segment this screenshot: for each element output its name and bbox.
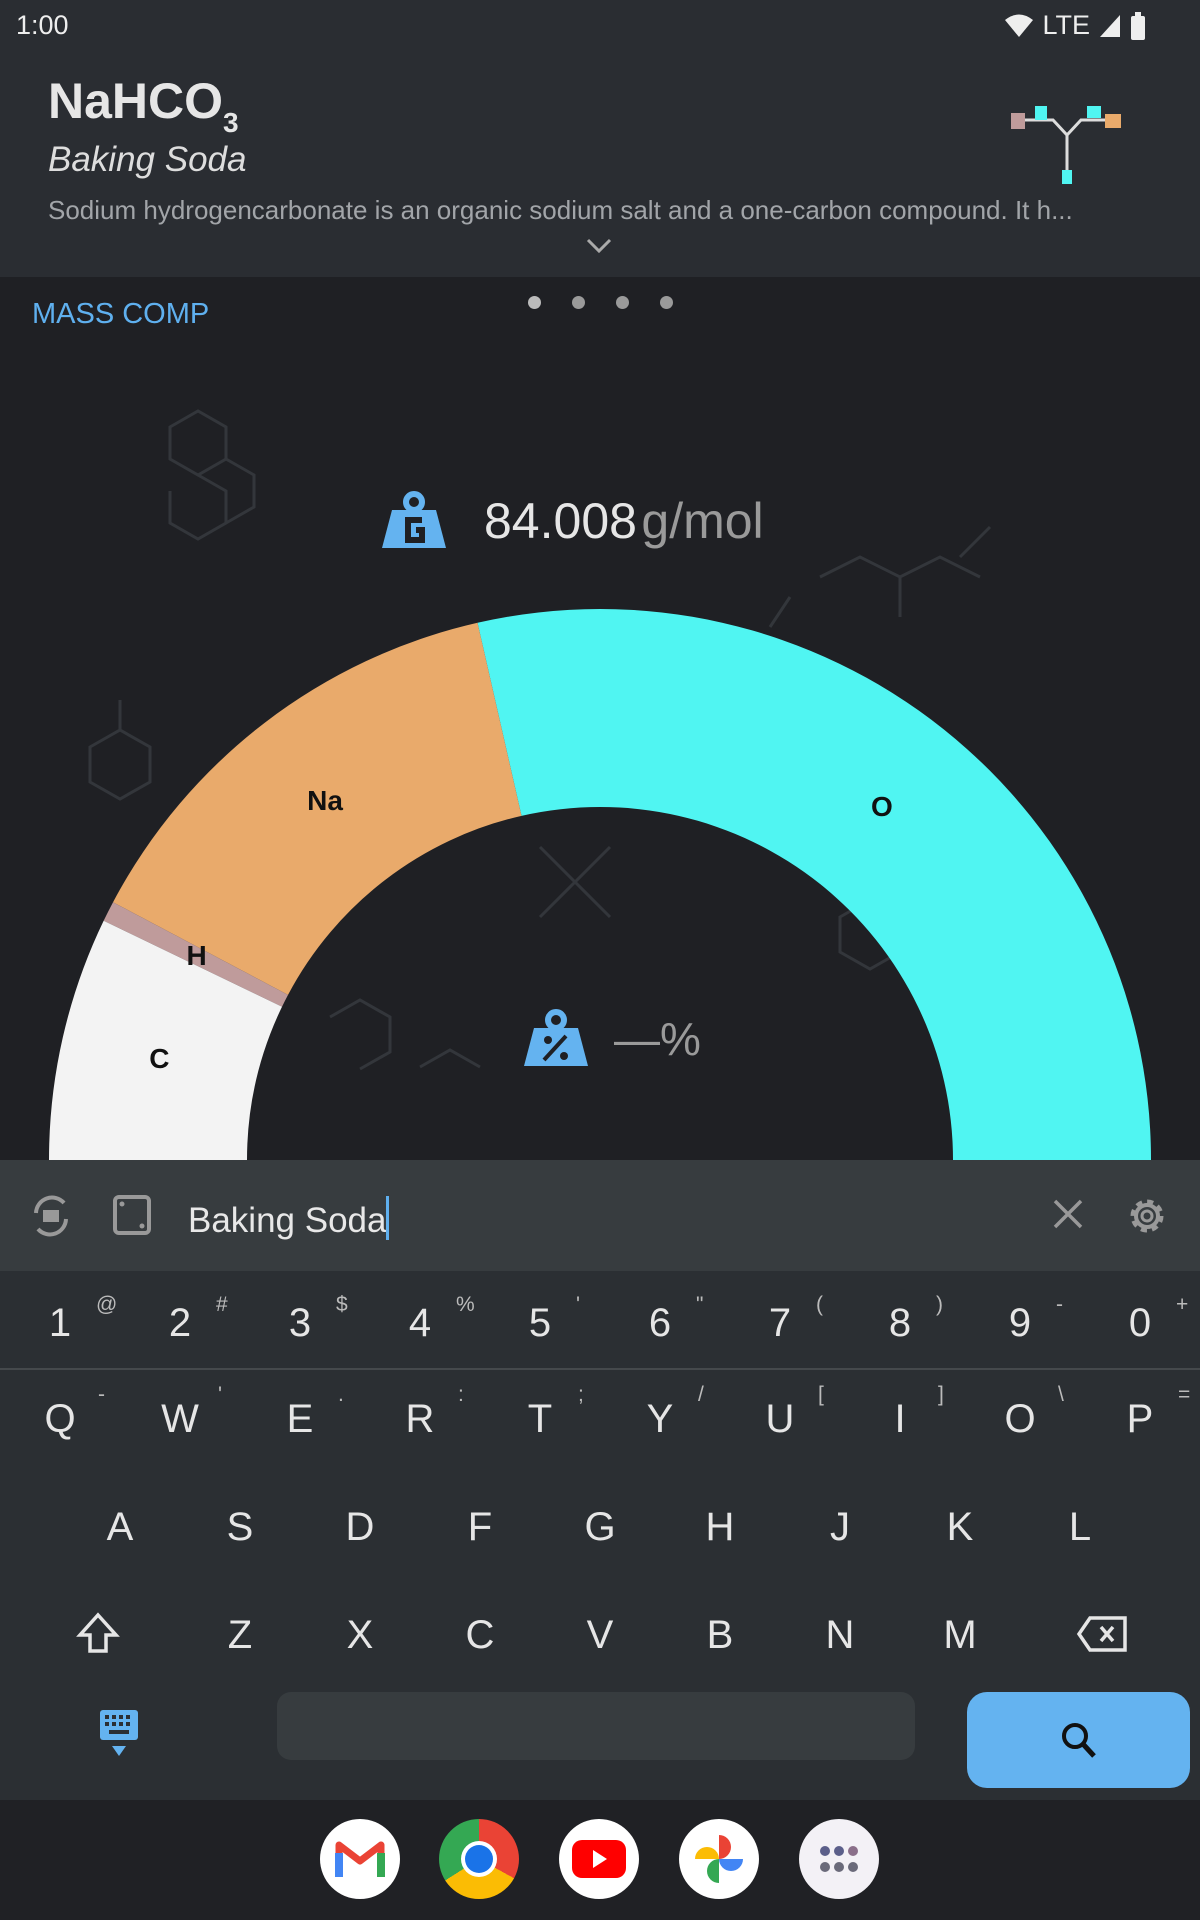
divider (0, 1368, 1200, 1370)
key-alt-label: ' (218, 1383, 223, 1406)
key-alt-label: : (458, 1383, 464, 1406)
slice-label: Na (307, 785, 343, 817)
key-m[interactable]: M (900, 1613, 1020, 1658)
key-b[interactable]: B (660, 1613, 780, 1658)
settings-icon[interactable] (1126, 1195, 1168, 1237)
key-alt-label: ( (816, 1293, 823, 1316)
battery-icon (1131, 11, 1145, 40)
search-input[interactable]: Baking Soda (188, 1196, 390, 1241)
key-c[interactable]: C (420, 1613, 540, 1658)
slice-label: O (870, 790, 893, 822)
compound-description: Sodium hydrogencarbonate is an organic s… (48, 195, 1073, 225)
chrome-icon (461, 1841, 497, 1877)
key-f[interactable]: F (420, 1505, 540, 1550)
search-key[interactable] (967, 1692, 1190, 1788)
app-photos[interactable] (679, 1819, 759, 1899)
key-alt-label: $ (336, 1293, 348, 1316)
key-h[interactable]: H (660, 1505, 780, 1550)
key-alt-label: / (698, 1383, 704, 1406)
chevron-down-icon[interactable] (584, 236, 614, 256)
key-d[interactable]: D (300, 1505, 420, 1550)
chemical-formula: NaHCO3 (48, 73, 239, 138)
key-alt-label: ) (936, 1293, 943, 1316)
key-5[interactable]: 5 (480, 1301, 600, 1346)
key-alt-label: + (1176, 1293, 1189, 1316)
key-g[interactable]: G (540, 1505, 660, 1550)
network-type: LTE (1042, 10, 1090, 40)
shift-key[interactable] (76, 1611, 120, 1655)
key-alt-label: = (1178, 1383, 1191, 1406)
keyboard: 1 @2 #3 $4% 5 ' 6 " 7(8) 9-0 + Q - W ' E. R: T; Y / U[I] O \ P =… (0, 1271, 1200, 1800)
keyboard-switch-icon[interactable] (28, 1193, 74, 1239)
backspace-key[interactable] (1076, 1615, 1128, 1653)
key-v[interactable]: V (540, 1613, 660, 1658)
key-alt-label: \ (1058, 1383, 1064, 1406)
app-youtube[interactable] (559, 1819, 639, 1899)
key-alt-label: % (456, 1293, 475, 1316)
key-alt-label: - (98, 1383, 105, 1406)
app-drawer[interactable] (799, 1819, 879, 1899)
youtube-icon (572, 1840, 626, 1878)
key-alt-label: # (216, 1293, 228, 1316)
key-k[interactable]: K (900, 1505, 1020, 1550)
selected-percent: —% (522, 1008, 701, 1070)
key-x[interactable]: X (300, 1613, 420, 1658)
keyboard-hide-icon[interactable] (99, 1709, 139, 1759)
molecule-structure-icon (1011, 106, 1121, 184)
key-alt-label: . (338, 1383, 344, 1406)
keyboard-toolbar: Baking Soda (0, 1160, 1200, 1271)
key-alt-label: [ (818, 1383, 824, 1406)
key-alt-label: ] (938, 1383, 944, 1406)
key-n[interactable]: N (780, 1613, 900, 1658)
app-dock (0, 1800, 1200, 1920)
clipboard-icon[interactable] (112, 1194, 152, 1236)
app-grid-icon (820, 1846, 858, 1872)
slice-o[interactable] (477, 609, 1152, 1160)
search-icon (1061, 1723, 1096, 1758)
key-alt-label: - (1056, 1293, 1063, 1316)
gmail-icon (335, 1841, 385, 1877)
photos-icon (695, 1835, 743, 1883)
compound-name: Baking Soda (48, 140, 247, 179)
key-s[interactable]: S (180, 1505, 300, 1550)
key-alt-label: " (696, 1293, 704, 1316)
key-alt-label: @ (96, 1293, 118, 1316)
clear-icon[interactable] (1052, 1198, 1084, 1230)
key-alt-label: ; (578, 1383, 584, 1406)
signal-icon (1100, 14, 1120, 37)
key-z[interactable]: Z (180, 1613, 300, 1658)
compound-header[interactable]: NaHCO3 Baking Soda Sodium hydrogencarbon… (0, 50, 1200, 277)
status-bar: 1:00 LTE (0, 0, 1200, 50)
key-j[interactable]: J (780, 1505, 900, 1550)
key-l[interactable]: L (1020, 1505, 1140, 1550)
weight-percent-icon (524, 1009, 588, 1066)
percent-value: —% (614, 1013, 701, 1065)
app-chrome[interactable] (439, 1819, 519, 1899)
slice-label: C (149, 1043, 170, 1075)
space-key[interactable] (277, 1692, 915, 1760)
slice-label: H (186, 940, 207, 972)
clock: 1:00 (16, 10, 69, 40)
app-gmail[interactable] (320, 1819, 400, 1899)
key-a[interactable]: A (60, 1505, 180, 1550)
wifi-icon (1005, 14, 1034, 37)
key-alt-label: ' (576, 1293, 581, 1316)
